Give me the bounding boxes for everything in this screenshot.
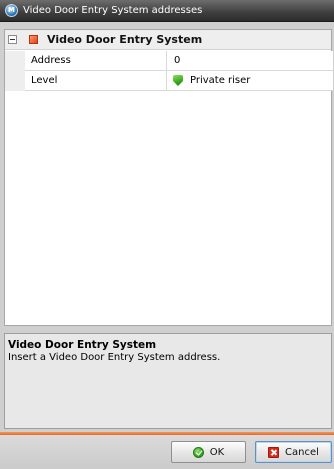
description-title: Video Door Entry System	[8, 339, 157, 351]
footer-accent-bar	[0, 432, 334, 435]
cancel-button-label: Cancel	[285, 446, 319, 458]
row-gutter	[5, 51, 25, 71]
property-row-level[interactable]: Level Private riser	[5, 71, 333, 91]
cancel-button[interactable]: Cancel	[255, 441, 332, 463]
window-title: Video Door Entry System addresses	[23, 5, 203, 16]
app-icon: M	[5, 4, 18, 17]
property-grid: Video Door Entry System Address 0 Level …	[4, 29, 333, 326]
video-door-entry-icon	[29, 35, 38, 44]
description-panel: Video Door Entry System Insert a Video D…	[4, 333, 332, 429]
row-gutter	[5, 71, 25, 91]
collapse-toggle-icon[interactable]	[8, 35, 17, 44]
property-name: Level	[25, 71, 167, 91]
title-bar: M Video Door Entry System addresses	[0, 0, 334, 22]
property-group-header: Video Door Entry System	[5, 30, 331, 50]
description-text: Insert a Video Door Entry System address…	[8, 352, 221, 363]
green-shield-icon	[173, 75, 183, 86]
ok-button-label: OK	[209, 446, 225, 458]
property-name: Address	[25, 51, 167, 71]
address-value[interactable]: 0	[167, 51, 333, 71]
group-title: Video Door Entry System	[47, 33, 203, 46]
checkmark-icon	[192, 446, 204, 458]
property-row-address[interactable]: Address 0	[5, 51, 333, 71]
level-value[interactable]: Private riser	[167, 71, 333, 91]
ok-button[interactable]: OK	[171, 441, 246, 463]
property-value: Private riser	[190, 75, 251, 86]
dialog-footer: OK Cancel	[0, 432, 334, 469]
property-value: 0	[174, 55, 181, 66]
close-icon	[268, 446, 280, 458]
